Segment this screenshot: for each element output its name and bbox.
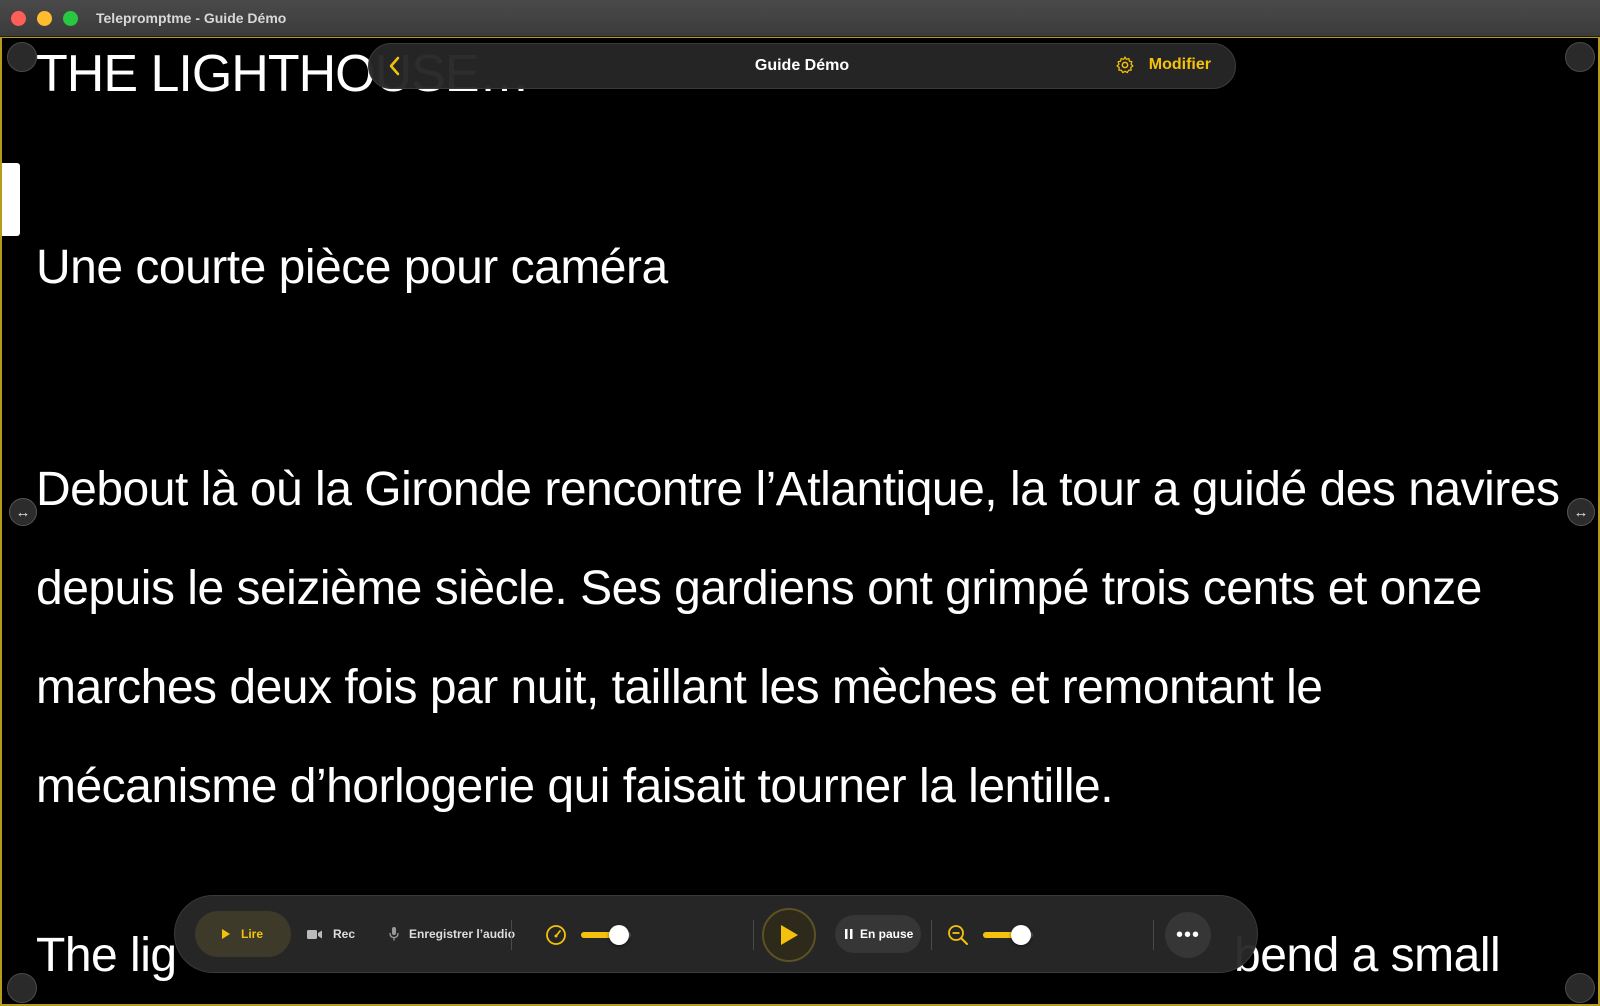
document-title: Guide Démo bbox=[754, 57, 850, 74]
close-window-button[interactable] bbox=[11, 11, 26, 26]
divider bbox=[753, 920, 754, 950]
horizontal-arrows-icon: ↔ bbox=[1573, 503, 1589, 521]
horizontal-arrows-icon: ↔ bbox=[15, 503, 31, 521]
rec-button[interactable]: Rec bbox=[307, 911, 355, 957]
resize-handle-top-right[interactable] bbox=[1565, 42, 1595, 72]
resize-width-handle-right[interactable]: ↔ bbox=[1567, 498, 1595, 526]
playback-status-label: En pause bbox=[860, 927, 914, 941]
resize-handle-bottom-left[interactable] bbox=[7, 973, 37, 1003]
play-icon bbox=[222, 929, 230, 939]
rec-label: Rec bbox=[333, 927, 356, 941]
play-icon bbox=[781, 925, 798, 945]
zoom-out-icon bbox=[948, 925, 968, 945]
play-mode-label: Lire bbox=[241, 927, 264, 941]
play-button[interactable] bbox=[762, 908, 816, 962]
playback-control-bar: Lire Rec Enregistrer l’audio En pause ••… bbox=[174, 895, 1258, 973]
gear-icon bbox=[1116, 56, 1134, 74]
next-line-end: bend a small bbox=[1234, 929, 1501, 982]
title-bar: Telepromptme - Guide Démo bbox=[0, 0, 1600, 37]
more-options-button[interactable]: ••• bbox=[1165, 912, 1211, 958]
reading-position-marker[interactable] bbox=[2, 163, 20, 236]
playback-status-badge: En pause bbox=[835, 915, 921, 953]
zoom-slider-knob[interactable] bbox=[1010, 925, 1031, 945]
modify-label: Modifier bbox=[1148, 56, 1211, 73]
resize-handle-top-left[interactable] bbox=[7, 42, 37, 72]
resize-width-handle-left[interactable]: ↔ bbox=[9, 498, 37, 526]
modify-button[interactable]: Modifier bbox=[1115, 55, 1211, 75]
record-audio-button[interactable]: Enregistrer l’audio bbox=[389, 911, 515, 957]
divider bbox=[931, 920, 932, 950]
ellipsis-icon: ••• bbox=[1175, 923, 1200, 946]
teleprompter-frame: THE LIGHTHOUSE… Une courte pièce pour ca… bbox=[0, 37, 1600, 1006]
window-title: Telepromptme - Guide Démo bbox=[96, 10, 287, 26]
record-audio-label: Enregistrer l’audio bbox=[409, 927, 516, 941]
resize-handle-bottom-right[interactable] bbox=[1565, 973, 1595, 1003]
zoom-window-button[interactable] bbox=[63, 11, 78, 26]
divider bbox=[511, 920, 512, 950]
script-subtitle: Une courte pièce pour caméra bbox=[36, 241, 668, 294]
minimize-window-button[interactable] bbox=[37, 11, 52, 26]
speedometer-icon bbox=[546, 925, 566, 945]
script-paragraph: Debout là où la Gironde rencontre l’Atla… bbox=[36, 463, 1560, 813]
next-line-start: The lig bbox=[36, 929, 177, 982]
microphone-icon bbox=[389, 927, 399, 941]
speed-slider[interactable] bbox=[581, 925, 631, 945]
video-camera-icon bbox=[307, 929, 322, 939]
zoom-slider[interactable] bbox=[983, 925, 1033, 945]
divider bbox=[1153, 920, 1154, 950]
pause-icon bbox=[845, 929, 853, 939]
play-mode-button[interactable]: Lire bbox=[195, 911, 291, 957]
top-navigation-bar: Guide Démo Modifier bbox=[368, 43, 1236, 89]
speed-slider-knob[interactable] bbox=[608, 925, 629, 945]
